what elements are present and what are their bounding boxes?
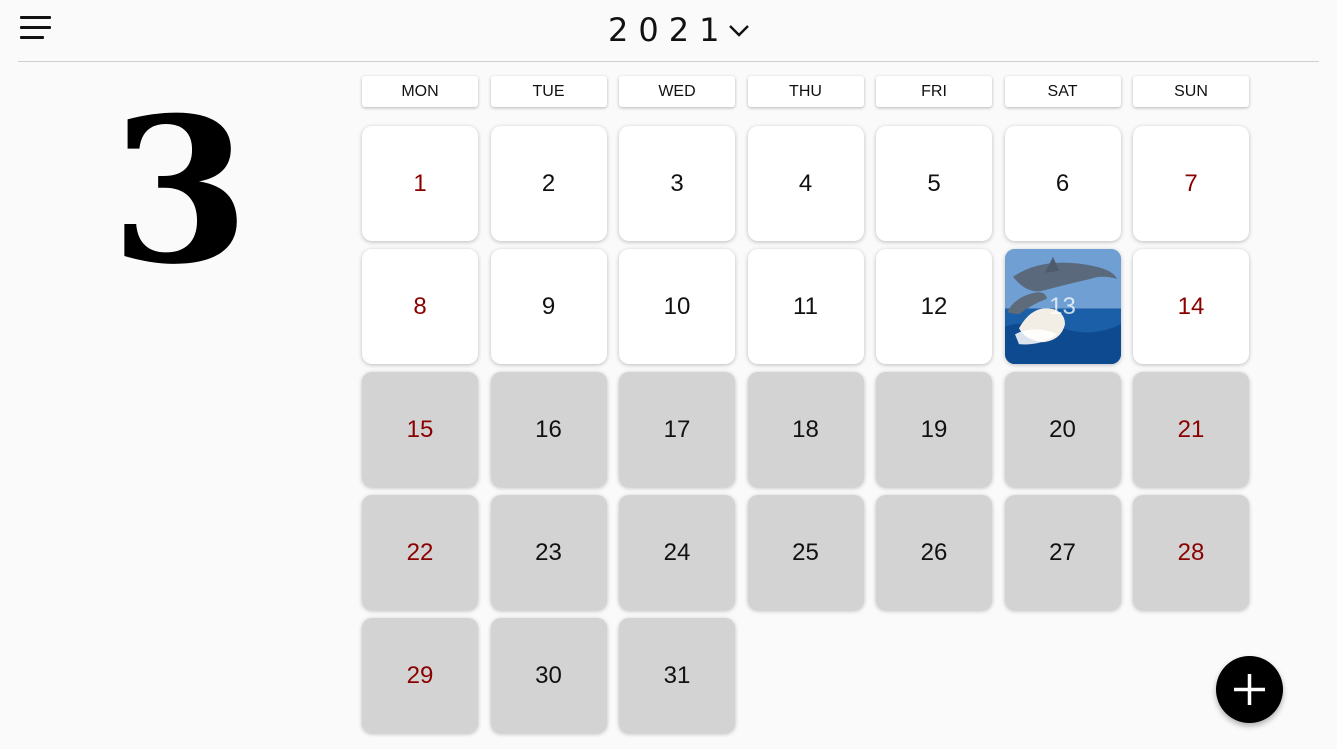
day-cell-29[interactable]: 29 (362, 618, 478, 733)
day-number: 4 (798, 169, 813, 197)
day-number: 1 (413, 169, 427, 197)
day-cell-27[interactable]: 27 (1004, 495, 1121, 610)
day-cell-8[interactable]: 8 (362, 249, 478, 364)
day-cell-21[interactable]: 21 (1133, 372, 1249, 487)
weekday-label-tue: TUE (490, 76, 607, 107)
year-selector[interactable]: 2021 (608, 6, 751, 54)
day-number: 7 (1184, 169, 1198, 197)
day-cell-12[interactable]: 12 (876, 249, 992, 364)
day-cell-20[interactable]: 20 (1004, 372, 1121, 487)
day-number: 3 (670, 169, 684, 197)
day-number: 20 (1049, 415, 1076, 443)
chevron-down-icon (729, 25, 750, 37)
day-cell-24[interactable]: 24 (619, 495, 735, 610)
day-cell-30[interactable]: 30 (490, 618, 607, 733)
day-cell-4[interactable]: 4 (747, 126, 864, 241)
day-cell-5[interactable]: 5 (876, 126, 992, 241)
day-cell-25[interactable]: 25 (747, 495, 864, 610)
weekday-header-row: MON TUE WED THU FRI SAT SUN (362, 76, 1249, 107)
day-cell-3[interactable]: 3 (619, 126, 735, 241)
day-number: 2 (541, 169, 556, 197)
day-number: 8 (413, 292, 427, 320)
weekday-label-wed: WED (619, 76, 735, 107)
top-app-bar: 2021 (18, 0, 1319, 62)
day-number: 29 (406, 661, 434, 689)
day-number: 16 (535, 415, 562, 443)
day-number: 6 (1055, 169, 1070, 197)
day-cell-22[interactable]: 22 (362, 495, 478, 610)
day-number: 22 (406, 538, 434, 566)
day-cell-10[interactable]: 10 (619, 249, 735, 364)
hamburger-menu-icon[interactable] (20, 14, 54, 44)
day-cell-19[interactable]: 19 (876, 372, 992, 487)
day-number: 13 (1049, 292, 1076, 320)
day-cell-1[interactable]: 1 (362, 126, 478, 241)
day-cell-9[interactable]: 9 (490, 249, 607, 364)
weekday-label-sun: SUN (1133, 76, 1249, 107)
day-cell-14[interactable]: 14 (1133, 249, 1249, 364)
day-number: 24 (663, 538, 691, 566)
day-cell-31[interactable]: 31 (619, 618, 735, 733)
day-number: 19 (920, 415, 948, 443)
day-number: 17 (663, 415, 691, 443)
day-number: 30 (535, 661, 562, 689)
day-number: 9 (541, 292, 556, 320)
plus-icon (1234, 674, 1265, 705)
weekday-label-fri: FRI (876, 76, 992, 107)
day-number: 25 (792, 538, 819, 566)
day-cell-28[interactable]: 28 (1133, 495, 1249, 610)
add-button[interactable] (1216, 656, 1283, 723)
day-number: 10 (663, 292, 691, 320)
day-number: 27 (1049, 538, 1076, 566)
day-cell-18[interactable]: 18 (747, 372, 864, 487)
day-number: 5 (927, 169, 941, 197)
day-number: 18 (792, 415, 819, 443)
day-number: 26 (920, 538, 948, 566)
day-number: 14 (1177, 292, 1205, 320)
day-cell-13[interactable]: 13 (1004, 249, 1121, 364)
day-number: 11 (793, 292, 818, 320)
day-number: 28 (1177, 538, 1205, 566)
weekday-label-mon: MON (362, 76, 478, 107)
day-cell-17[interactable]: 17 (619, 372, 735, 487)
day-number: 31 (663, 661, 691, 689)
day-cell-15[interactable]: 15 (362, 372, 478, 487)
day-cell-16[interactable]: 16 (490, 372, 607, 487)
calendar-day-grid: 1 2 3 4 5 6 7 8 9 10 11 12 13 14 15 16 17 18 19 20 21 22 23 24 2… (362, 126, 1249, 733)
day-cell-11[interactable]: 11 (747, 249, 864, 364)
day-cell-23[interactable]: 23 (490, 495, 607, 610)
weekday-label-thu: THU (747, 76, 864, 107)
day-number: 21 (1177, 415, 1205, 443)
day-number: 23 (535, 538, 562, 566)
day-number: 12 (920, 292, 948, 320)
day-cell-6[interactable]: 6 (1004, 126, 1121, 241)
day-cell-2[interactable]: 2 (490, 126, 607, 241)
day-cell-26[interactable]: 26 (876, 495, 992, 610)
weekday-label-sat: SAT (1004, 76, 1121, 107)
day-number: 15 (406, 415, 434, 443)
month-number: 3 (110, 74, 250, 309)
day-cell-7[interactable]: 7 (1133, 126, 1249, 241)
year-label: 2021 (608, 11, 730, 49)
